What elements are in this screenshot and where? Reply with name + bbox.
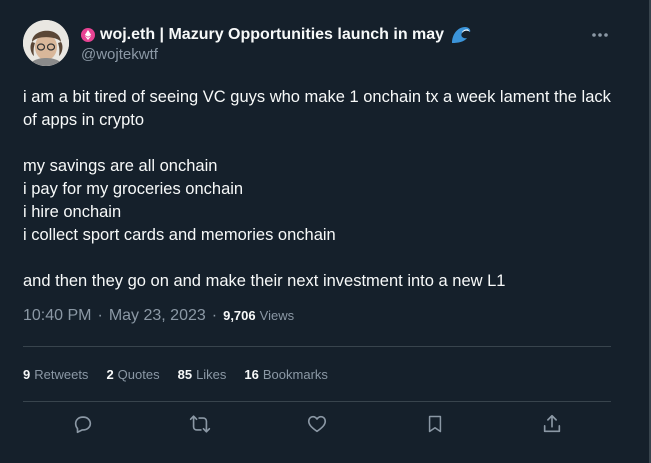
wave-emoji-icon [450,26,472,44]
tweet-meta: 10:40 PM · May 23, 2023 · 9,706 Views [23,307,294,325]
tweet-line: i collect sport cards and memories oncha… [23,226,336,244]
retweet-button[interactable] [188,414,212,438]
retweet-icon [188,413,212,440]
heart-icon [306,413,328,440]
meta-separator: · [97,307,103,324]
views-count: 9,706 [223,308,256,323]
tweet-line: i pay for my groceries onchain [23,180,244,198]
meta-separator: · [211,307,218,324]
more-button[interactable] [589,24,611,44]
likes-stat[interactable]: 85 Likes [178,367,227,382]
bookmark-icon [425,413,445,440]
tweet-stats: 9 Retweets 2 Quotes 85 Likes 16 Bookmarks [23,367,346,382]
likes-count: 85 [177,367,193,382]
author-name-row[interactable]: woj.eth | Mazury Opportunities launch in… [81,25,472,45]
bookmarks-label: Bookmarks [262,367,328,382]
tweet-card: woj.eth | Mazury Opportunities launch in… [0,0,651,463]
quotes-label: Quotes [117,367,160,382]
avatar[interactable] [23,20,69,66]
likes-label: Likes [196,367,227,382]
quotes-count: 2 [106,367,114,382]
ethereum-badge-icon [81,28,95,42]
tweet-time[interactable]: 10:40 PM [23,307,91,325]
tweet-line: i hire onchain [23,203,122,221]
share-button[interactable] [540,414,564,438]
divider [23,346,611,347]
tweet-date[interactable]: May 23, 2023 [109,307,206,325]
bookmark-button[interactable] [423,414,447,438]
tweet-text: i am a bit tired of seeing VC guys who m… [23,86,623,293]
share-icon [541,413,563,440]
bookmarks-count: 16 [244,367,259,382]
more-icon [591,25,609,43]
reply-icon [72,413,94,440]
retweets-label: Retweets [34,367,89,382]
reply-button[interactable] [71,414,95,438]
tweet-line: i am a bit tired of seeing VC guys who m… [23,88,611,129]
retweets-stat[interactable]: 9 Retweets [23,367,88,382]
tweet-line: and then they go on and make their next … [23,272,506,290]
action-bar [23,402,611,450]
bookmarks-stat[interactable]: 16 Bookmarks [244,367,328,382]
author-handle[interactable]: @wojtekwtf [81,46,158,63]
like-button[interactable] [305,414,329,438]
views-label: Views [259,308,295,323]
tweet-line: my savings are all onchain [23,157,218,175]
author-display-name: woj.eth | Mazury Opportunities launch in… [100,26,445,43]
quotes-stat[interactable]: 2 Quotes [106,367,159,382]
retweets-count: 9 [23,367,31,382]
